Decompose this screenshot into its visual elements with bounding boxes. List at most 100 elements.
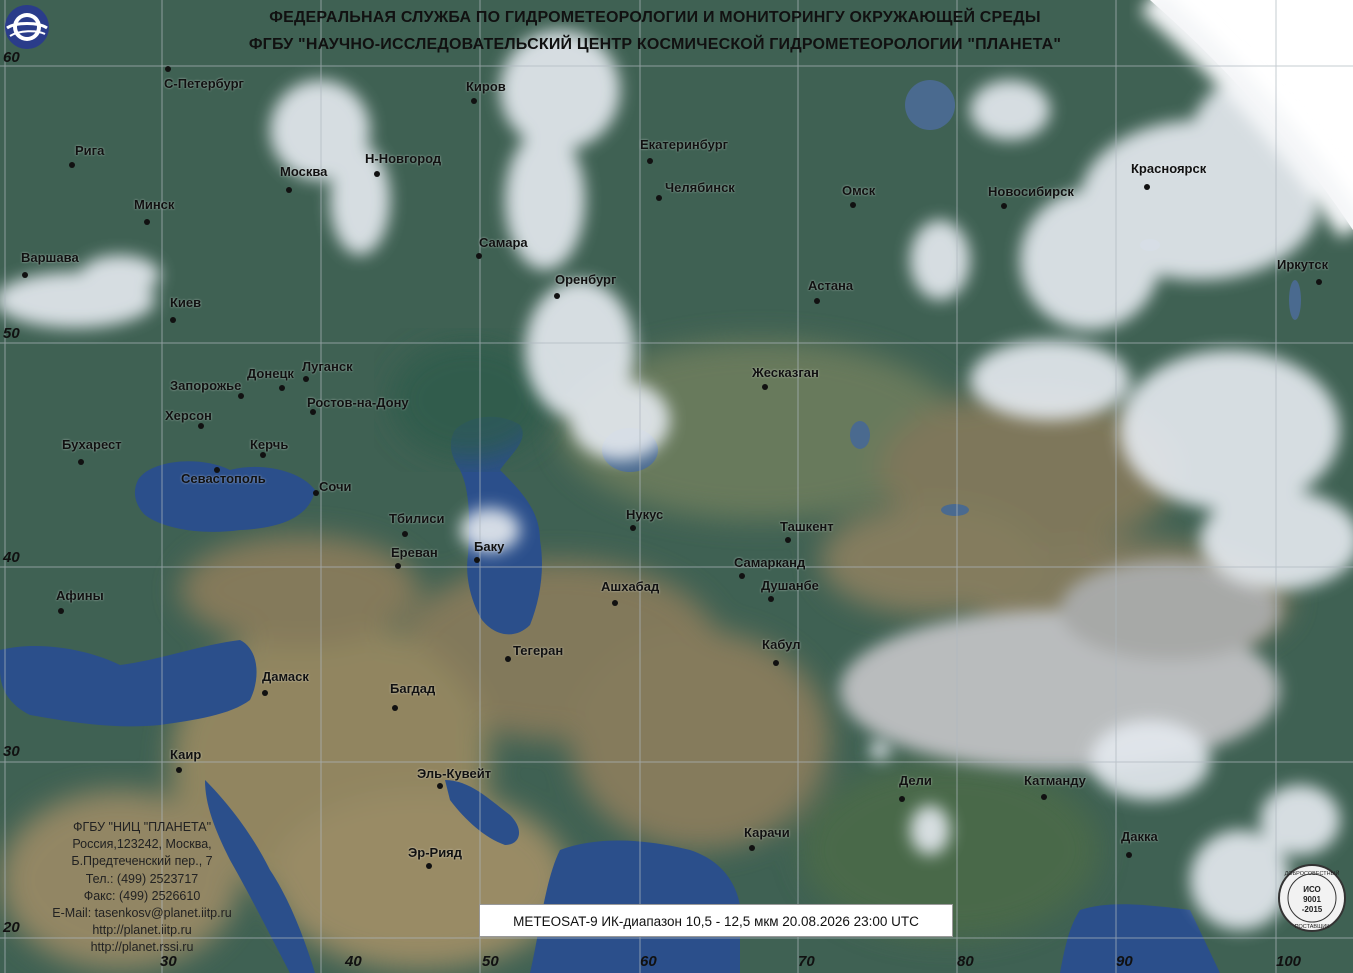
longitude-label-40: 40 [345,953,362,970]
city-label-sochi[interactable]: Сочи [319,479,352,494]
city-label-kirov[interactable]: Киров [466,79,506,94]
header-agency-title: ФЕДЕРАЛЬНАЯ СЛУЖБА ПО ГИДРОМЕТЕОРОЛОГИИ … [269,9,1041,26]
city-marker [1316,279,1322,285]
city-marker [630,525,636,531]
iso-badge-bottom: ПОСТАВЩИК [1295,924,1331,930]
city-marker [739,573,745,579]
city-label-baku[interactable]: Баку [474,539,504,554]
city-label-moscow[interactable]: Москва [280,164,327,179]
city-label-yerevan[interactable]: Ереван [391,545,438,560]
city-label-dushanbe[interactable]: Душанбе [761,578,819,593]
city-marker [262,690,268,696]
city-marker [170,317,176,323]
city-label-kerch[interactable]: Керчь [250,437,288,452]
city-label-kyiv[interactable]: Киев [170,295,201,310]
contact-address-2: Б.Предтеченский пер., 7 [71,854,213,869]
city-label-nukus[interactable]: Нукус [626,507,663,522]
iso-badge-line2: 9001 [1303,895,1321,904]
iso-badge-top: ДОБРОСОВЕСТНЫЙ [1285,869,1340,877]
city-label-lugansk[interactable]: Луганск [302,359,353,374]
city-label-irkutsk[interactable]: Иркутск [1277,257,1328,272]
city-label-delhi[interactable]: Дели [899,773,932,788]
longitude-label-50: 50 [482,953,499,970]
city-label-tashkent[interactable]: Ташкент [780,519,834,534]
city-label-athens[interactable]: Афины [56,588,104,603]
city-marker [612,600,618,606]
city-label-st-petersburg[interactable]: С-Петербург [164,76,244,91]
city-marker [773,660,779,666]
city-marker [762,384,768,390]
longitude-label-100: 100 [1276,953,1302,970]
city-marker [505,656,511,662]
city-marker [279,385,285,391]
city-label-bucharest[interactable]: Бухарест [62,437,122,452]
city-marker [374,171,380,177]
city-label-riyadh[interactable]: Эр-Рияд [408,845,462,860]
image-caption: METEOSAT-9 ИК-диапазон 10,5 - 12,5 мкм 2… [479,904,953,937]
city-label-krasnoyarsk[interactable]: Красноярск [1131,161,1206,176]
city-marker [78,459,84,465]
city-label-kherson[interactable]: Херсон [165,408,212,423]
city-marker [198,423,204,429]
city-marker [286,187,292,193]
city-marker [1041,794,1047,800]
city-label-karachi[interactable]: Карачи [744,825,790,840]
city-label-zhezkazgan[interactable]: Жесказган [752,365,819,380]
contact-url-1[interactable]: http://planet.iitp.ru [34,922,250,939]
city-marker [402,531,408,537]
city-label-omsk[interactable]: Омск [842,183,875,198]
city-label-orenburg[interactable]: Оренбург [555,272,616,287]
city-marker [395,563,401,569]
city-marker [303,376,309,382]
satellite-map[interactable]: ФЕДЕРАЛЬНАЯ СЛУЖБА ПО ГИДРОМЕТЕОРОЛОГИИ … [0,0,1353,973]
city-label-tbilisi[interactable]: Тбилиси [389,511,444,526]
city-label-warsaw[interactable]: Варшава [21,250,79,265]
city-label-baghdad[interactable]: Багдад [390,681,435,696]
planeta-logo [5,5,49,49]
longitude-label-90: 90 [1116,953,1133,970]
contact-info: ФГБУ "НИЦ "ПЛАНЕТА" Россия,123242, Москв… [34,819,250,957]
city-label-samara[interactable]: Самара [479,235,528,250]
iso-badge-line1: ИСО [1303,885,1321,894]
city-marker [656,195,662,201]
city-label-dhaka[interactable]: Дакка [1121,829,1158,844]
city-marker [899,796,905,802]
city-label-yekaterinburg[interactable]: Екатеринбург [640,137,728,152]
city-label-minsk[interactable]: Минск [134,197,174,212]
iso-badge: ДОБРОСОВЕСТНЫЙ ИСО 9001 -2015 ПОСТАВЩИК [1278,864,1346,932]
contact-email[interactable]: E-Mail: tasenkosv@planet.iitp.ru [34,905,250,922]
city-label-damascus[interactable]: Дамаск [262,669,309,684]
city-marker [554,293,560,299]
city-marker [749,845,755,851]
city-label-kabul[interactable]: Кабул [762,637,801,652]
city-marker [165,66,171,72]
latitude-label-40: 40 [3,549,20,566]
city-label-samarkand[interactable]: Самарканд [734,555,805,570]
city-label-ashgabat[interactable]: Ашхабад [601,579,659,594]
city-marker [785,537,791,543]
city-label-chelyabinsk[interactable]: Челябинск [665,180,735,195]
longitude-label-60: 60 [640,953,657,970]
city-label-kathmandu[interactable]: Катманду [1024,773,1086,788]
contact-phone: Тел.: (499) 2523717 [85,871,199,886]
city-label-cairo[interactable]: Каир [170,747,201,762]
city-label-zaporozhye[interactable]: Запорожье [170,378,241,393]
contact-address-1: Россия,123242, Москва, [72,837,212,852]
city-label-sevastopol[interactable]: Севастополь [181,471,266,486]
city-marker [1001,203,1007,209]
city-label-novosibirsk[interactable]: Новосибирск [988,184,1074,199]
city-marker [392,705,398,711]
city-label-rostov[interactable]: Ростов-на-Дону [307,395,409,410]
city-label-astana[interactable]: Астана [808,278,853,293]
city-label-n-novgorod[interactable]: Н-Новгород [365,151,441,166]
city-label-donetsk[interactable]: Донецк [247,366,294,381]
city-marker [176,767,182,773]
city-marker [426,863,432,869]
city-label-riga[interactable]: Рига [75,143,104,158]
contact-url-2[interactable]: http://planet.rssi.ru [34,939,250,956]
city-label-kuwait[interactable]: Эль-Кувейт [417,766,491,781]
city-marker [144,219,150,225]
city-marker [476,253,482,259]
city-label-tehran[interactable]: Тегеран [513,643,563,658]
latitude-label-60: 60 [3,49,20,66]
